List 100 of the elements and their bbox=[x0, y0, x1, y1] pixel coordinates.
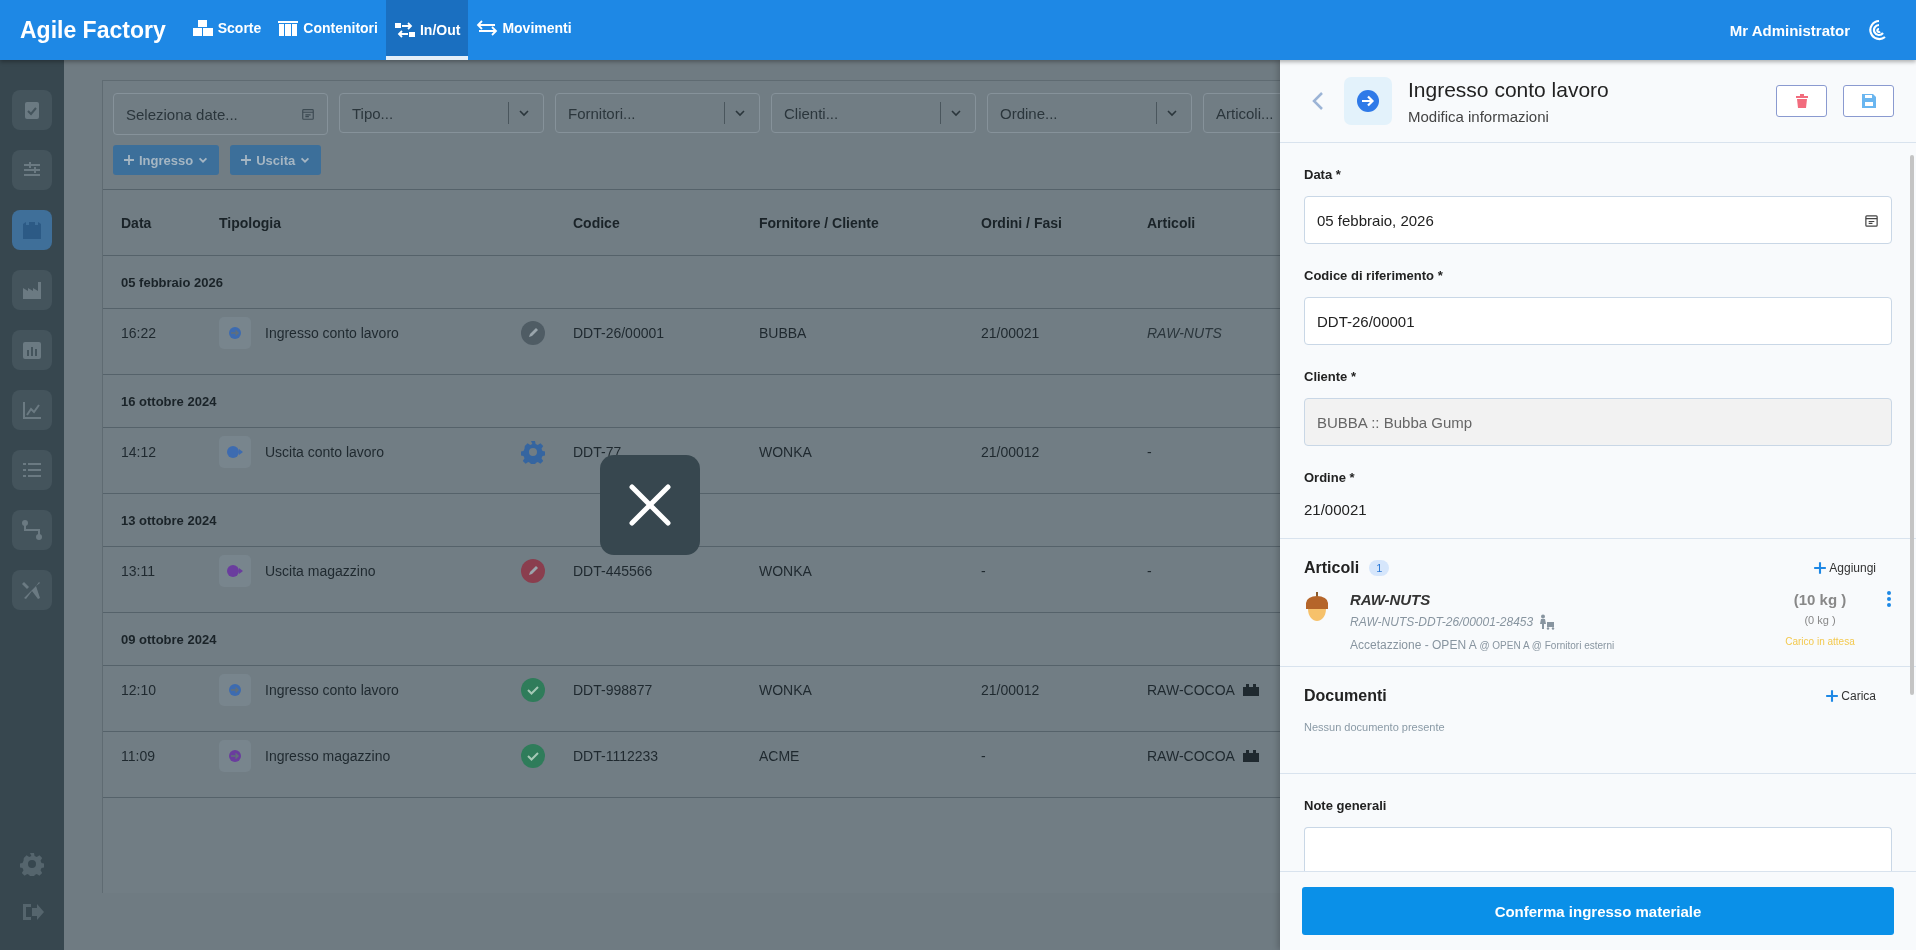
nav-tab[interactable]: Scorte bbox=[183, 0, 270, 60]
pencil-icon bbox=[521, 321, 545, 346]
table-cell: Ingresso conto lavoro bbox=[265, 682, 399, 699]
table-cell-text: - bbox=[981, 748, 987, 765]
table-cell-text: - bbox=[981, 563, 987, 580]
table-cell: Ingresso magazzino bbox=[265, 748, 391, 765]
acorn-icon bbox=[1304, 591, 1330, 623]
sidebar-item[interactable] bbox=[12, 150, 52, 190]
panel-title: Ingresso conto lavoro bbox=[1408, 77, 1609, 102]
save-icon bbox=[1860, 93, 1877, 109]
date-group-header: 13 ottobre 2024 bbox=[121, 512, 217, 528]
sidebar-item[interactable] bbox=[12, 90, 52, 130]
arrows-left-right-icon bbox=[476, 19, 499, 37]
calendar-icon bbox=[301, 107, 315, 121]
date-group-header: 09 ottobre 2024 bbox=[121, 631, 217, 647]
date-filter[interactable]: Seleziona date... bbox=[113, 93, 328, 135]
select-filter[interactable]: Tipo... bbox=[339, 93, 544, 133]
table-cell: Ingresso conto lavoro bbox=[265, 325, 399, 342]
column-header: Codice bbox=[573, 214, 621, 231]
column-header: Data bbox=[121, 214, 153, 231]
table-cell-text: ACME bbox=[759, 748, 801, 765]
table-cell-text: WONKA bbox=[759, 682, 813, 699]
user-name[interactable]: Mr Administrator bbox=[1729, 21, 1850, 39]
sidebar-item[interactable] bbox=[12, 510, 52, 550]
table-cell: RAW-COCOA bbox=[1147, 748, 1235, 765]
table-cell-text: DDT-1112233 bbox=[573, 748, 660, 765]
calendar-icon bbox=[1864, 212, 1879, 228]
nav-tab[interactable]: Movimenti bbox=[468, 0, 580, 60]
table-cell: Uscita magazzino bbox=[265, 563, 376, 580]
notes-field[interactable] bbox=[1304, 827, 1892, 871]
date-group-header: 16 ottobre 2024 bbox=[121, 393, 217, 409]
table-cell-text: 11:09 bbox=[121, 748, 156, 765]
sidebar-item[interactable] bbox=[12, 330, 52, 370]
table-cell-text: 21/00012 bbox=[981, 682, 1041, 699]
arrow-in-icon bbox=[1356, 89, 1380, 113]
table-cell-text: 14:12 bbox=[121, 444, 158, 461]
article-name: RAW-NUTS bbox=[1350, 591, 1432, 608]
column-header: Tipologia bbox=[219, 214, 282, 231]
panel-subtitle: Modifica informazioni bbox=[1408, 107, 1550, 125]
field-label: Data * bbox=[1304, 166, 1342, 184]
sidebar-item[interactable] bbox=[12, 450, 52, 490]
column-header: Fornitore / Cliente bbox=[759, 214, 880, 231]
plus-icon bbox=[240, 154, 253, 166]
table-cell-text: DDT-77 bbox=[573, 444, 623, 461]
table-cell: RAW-NUTS bbox=[1147, 325, 1222, 342]
table-cell-text: WONKA bbox=[759, 444, 813, 461]
column-header: Ordini / Fasi bbox=[981, 214, 1063, 231]
table-cell-text: BUBBA bbox=[759, 325, 808, 342]
table-cell: Uscita conto lavoro bbox=[265, 444, 385, 461]
add-link[interactable]: Aggiungi bbox=[1807, 560, 1882, 576]
table-cell-text: 13:11 bbox=[121, 563, 156, 580]
close-button[interactable] bbox=[600, 455, 700, 555]
delete-button[interactable] bbox=[1776, 85, 1827, 117]
field-label: Codice di riferimento * bbox=[1304, 267, 1444, 285]
date-group-header: 05 febbraio 2026 bbox=[121, 274, 223, 290]
count-badge: 1 bbox=[1369, 560, 1390, 576]
quantity: (10 kg ) bbox=[1793, 591, 1847, 608]
nav-tab[interactable]: In/Out bbox=[385, 0, 469, 60]
sidebar-item[interactable] bbox=[12, 270, 52, 310]
app-title: Agile Factory bbox=[19, 16, 167, 44]
add-dropdown-button[interactable]: Uscita bbox=[230, 145, 322, 175]
nav-tab[interactable]: Contenitori bbox=[269, 0, 386, 60]
date-field[interactable]: 05 febbraio, 2026 bbox=[1304, 196, 1892, 244]
lot-code: RAW-NUTS-DDT-26/00001-28453 bbox=[1350, 615, 1534, 629]
table-cell-text: DDT-26/00001 bbox=[573, 325, 666, 342]
gear-icon bbox=[521, 440, 545, 465]
field-label: Note generali bbox=[1304, 797, 1388, 815]
column-header: Articoli bbox=[1147, 214, 1197, 231]
field-label: Ordine * bbox=[1304, 469, 1356, 487]
pallet-icon bbox=[1242, 684, 1259, 697]
trash-icon bbox=[1793, 93, 1810, 109]
boxes-icon bbox=[191, 19, 214, 37]
table-cell-text: 21/00012 bbox=[981, 444, 1041, 461]
table-cell-text: DDT-445566 bbox=[573, 563, 654, 580]
loaded-quantity: (0 kg ) bbox=[1804, 614, 1836, 626]
plus-icon bbox=[123, 154, 135, 166]
save-button[interactable] bbox=[1843, 85, 1894, 117]
more-icon[interactable] bbox=[1886, 591, 1892, 607]
plus-icon bbox=[1825, 689, 1840, 703]
confirm-button[interactable]: Conferma ingresso materiale bbox=[1302, 887, 1894, 935]
upload-link[interactable]: Carica bbox=[1819, 688, 1882, 704]
sidebar-item[interactable] bbox=[12, 210, 52, 250]
sidebar-item[interactable] bbox=[12, 570, 52, 610]
input-field[interactable]: DDT-26/00001 bbox=[1304, 297, 1892, 345]
pencil-icon bbox=[521, 559, 545, 584]
check-icon bbox=[521, 744, 545, 769]
containers-icon bbox=[277, 19, 300, 37]
sidebar-item[interactable] bbox=[12, 390, 52, 430]
select-filter[interactable]: Fornitori... bbox=[555, 93, 760, 133]
table-cell: - bbox=[1147, 563, 1152, 580]
add-dropdown-button[interactable]: Ingresso bbox=[113, 145, 220, 175]
select-filter[interactable]: Clienti... bbox=[771, 93, 976, 133]
flow-icon bbox=[20, 518, 44, 542]
settings-icon[interactable] bbox=[20, 852, 44, 876]
section-title: Articoli bbox=[1304, 559, 1360, 577]
scrollbar[interactable] bbox=[1910, 155, 1914, 695]
check-icon bbox=[521, 678, 545, 703]
select-filter[interactable]: Ordine... bbox=[987, 93, 1192, 133]
table-cell-text: WONKA bbox=[759, 563, 813, 580]
pallet-icon bbox=[1242, 750, 1259, 763]
